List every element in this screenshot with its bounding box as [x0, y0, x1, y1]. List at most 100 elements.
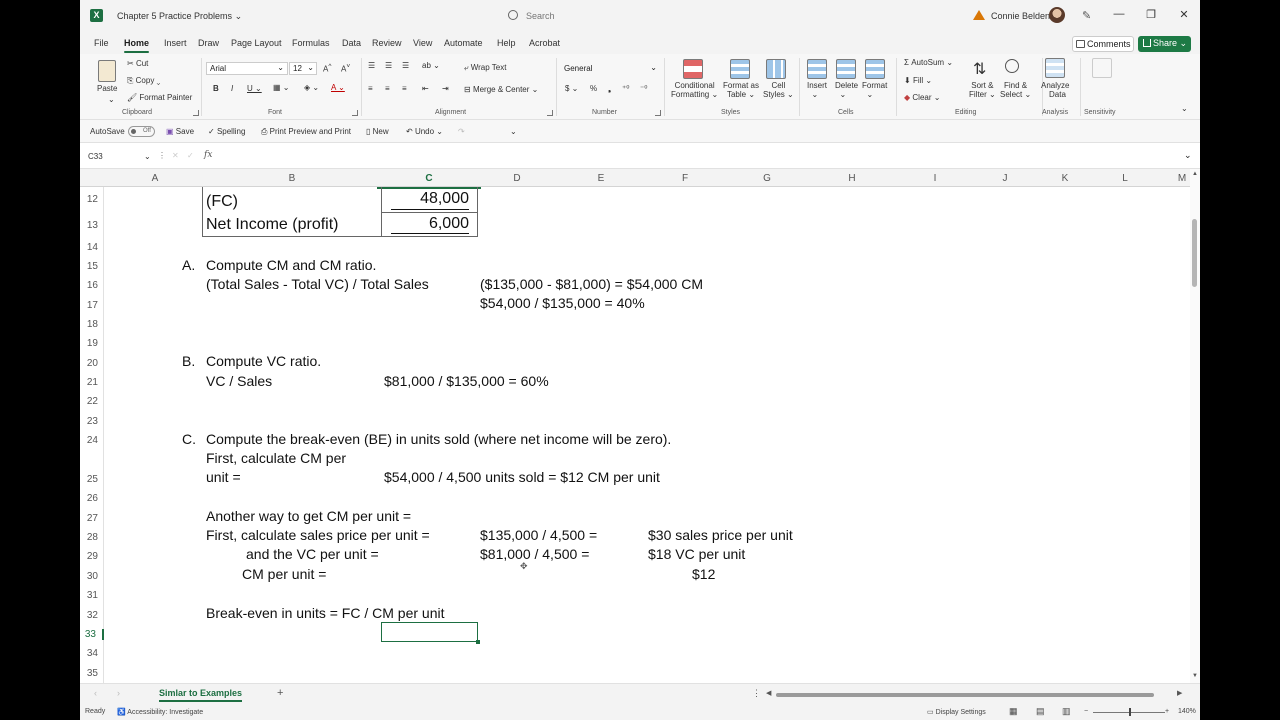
tab-insert[interactable]: Insert	[164, 38, 187, 48]
tab-file[interactable]: File	[94, 38, 109, 48]
sheet-tab-active[interactable]: Simlar to Examples	[159, 688, 243, 702]
number-format-dropdown[interactable]: General ⌄	[560, 62, 658, 75]
find-select-button[interactable]: Find & Select ⌄	[1000, 81, 1031, 99]
column-header[interactable]: L	[1119, 173, 1131, 184]
autosave-toggle[interactable]: Off	[128, 126, 155, 137]
row-header[interactable]: 29	[80, 551, 104, 562]
search-box[interactable]: Search	[508, 8, 766, 25]
cell-b29[interactable]: and the VC per unit =	[246, 546, 379, 562]
row-header[interactable]: 12	[80, 194, 104, 205]
align-right-icon[interactable]: ≡	[402, 84, 407, 93]
cell-b32[interactable]: Break-even in units = FC / CM per unit	[206, 605, 445, 621]
horizontal-scroll-thumb[interactable]	[776, 693, 1154, 697]
cell-f30[interactable]: $12	[692, 566, 715, 582]
align-bottom-icon[interactable]: ☰	[402, 61, 409, 70]
clear-button[interactable]: ◆ Clear ⌄	[904, 93, 940, 102]
increase-indent-icon[interactable]: ⇥	[442, 84, 449, 93]
row-header[interactable]: 26	[80, 493, 104, 504]
spelling-button[interactable]: ✓ Spelling	[208, 127, 245, 136]
conditional-formatting-button[interactable]: Conditional Formatting ⌄	[671, 81, 718, 99]
align-top-icon[interactable]: ☰	[368, 61, 375, 70]
row-header[interactable]: 34	[80, 648, 104, 659]
column-header-selected[interactable]: C	[377, 173, 481, 189]
formula-input[interactable]	[220, 146, 1180, 164]
row-header[interactable]: 16	[80, 280, 104, 291]
delete-cells-icon[interactable]	[836, 59, 856, 79]
conditional-formatting-icon[interactable]	[683, 59, 703, 79]
column-header[interactable]: A	[149, 173, 161, 184]
minimize-icon[interactable]: —	[1110, 8, 1128, 20]
font-color-icon[interactable]: A ⌄	[331, 83, 345, 92]
row-header[interactable]: 20	[80, 358, 104, 369]
customize-qat-icon[interactable]: ⌄	[510, 127, 517, 136]
undo-button[interactable]: ↶ Undo ⌄	[406, 127, 443, 136]
merge-center-button[interactable]: ⊟ Merge & Center ⌄	[464, 85, 538, 94]
cell-b13[interactable]: Net Income (profit)	[206, 216, 338, 234]
cell-f28[interactable]: $30 sales price per unit	[648, 527, 793, 543]
row-header[interactable]: 24	[80, 435, 104, 446]
cell-a15[interactable]: A.	[182, 257, 195, 273]
format-painter-button[interactable]: 🖌 Format Painter	[127, 93, 192, 102]
scroll-down-icon[interactable]: ▼	[1192, 673, 1198, 679]
scroll-right-icon[interactable]: ▶	[1177, 689, 1182, 697]
active-cell-c33[interactable]	[381, 622, 480, 644]
cell-b24[interactable]: Compute the break-even (BE) in units sol…	[206, 431, 671, 447]
number-launcher-icon[interactable]	[655, 110, 661, 116]
cell-f29[interactable]: $18 VC per unit	[648, 546, 745, 562]
spreadsheet-grid[interactable]: A B C D E F G H I J K L M 12 13 14 15 16…	[80, 169, 1192, 683]
wrap-text-button[interactable]: ⤶ Wrap Text	[464, 63, 506, 73]
underline-icon[interactable]: U ⌄	[247, 84, 262, 93]
row-header[interactable]: 17	[80, 300, 104, 311]
row-header[interactable]: 21	[80, 377, 104, 388]
font-size-dropdown[interactable]: 12 ⌄	[289, 62, 317, 75]
paste-icon[interactable]	[98, 60, 116, 82]
format-cells-icon[interactable]	[865, 59, 885, 79]
display-settings-button[interactable]: ▭ Display Settings	[927, 708, 986, 716]
insert-button[interactable]: Insert ⌄	[807, 81, 827, 99]
column-header[interactable]: E	[595, 173, 607, 184]
sort-filter-icon[interactable]: ⇅	[973, 59, 986, 79]
format-button[interactable]: Format ⌄	[862, 81, 887, 99]
align-left-icon[interactable]: ≡	[368, 84, 373, 93]
page-break-view-icon[interactable]: ▥	[1062, 706, 1071, 717]
font-launcher-icon[interactable]	[352, 110, 358, 116]
tab-data[interactable]: Data	[342, 38, 361, 48]
row-header[interactable]: 23	[80, 416, 104, 427]
column-header[interactable]: B	[286, 173, 298, 184]
expand-formula-icon[interactable]: ⌄	[1184, 150, 1192, 161]
name-box[interactable]: C33 ⌄	[88, 152, 151, 161]
analyze-data-button[interactable]: Analyze Data	[1041, 81, 1069, 99]
cell-a20[interactable]: B.	[182, 353, 195, 369]
align-middle-icon[interactable]: ☰	[385, 61, 392, 70]
row-header[interactable]: 22	[80, 396, 104, 407]
analyze-data-icon[interactable]	[1045, 58, 1065, 78]
sort-filter-button[interactable]: Sort & Filter ⌄	[969, 81, 996, 99]
insert-cells-icon[interactable]	[807, 59, 827, 79]
scroll-up-icon[interactable]: ▲	[1192, 171, 1198, 177]
cell-b15[interactable]: Compute CM and CM ratio.	[206, 257, 376, 273]
clipboard-launcher-icon[interactable]	[193, 110, 199, 116]
row-header[interactable]: 15	[80, 261, 104, 272]
cell-c12[interactable]: 48,000	[391, 190, 469, 208]
paste-button[interactable]: Paste	[97, 84, 117, 93]
column-header[interactable]: K	[1059, 173, 1071, 184]
cell-b16[interactable]: (Total Sales - Total VC) / Total Sales	[206, 276, 429, 292]
tab-page-layout[interactable]: Page Layout	[231, 38, 282, 48]
redo-icon[interactable]: ↷	[458, 127, 465, 136]
warning-icon[interactable]	[973, 10, 985, 20]
column-header[interactable]: F	[679, 173, 691, 184]
tab-help[interactable]: Help	[497, 38, 516, 48]
italic-icon[interactable]: I	[231, 84, 233, 93]
tab-automate[interactable]: Automate	[444, 38, 483, 48]
cell-a24[interactable]: C.	[182, 431, 196, 447]
column-header[interactable]: I	[929, 173, 941, 184]
row-header[interactable]: 14	[80, 242, 104, 253]
accessibility-status[interactable]: ♿ Accessibility: Investigate	[117, 708, 203, 716]
column-header[interactable]: J	[999, 173, 1011, 184]
decrease-decimal-icon[interactable]: ⁻⁰	[640, 84, 647, 93]
fill-color-icon[interactable]: ◈ ⌄	[304, 83, 319, 92]
find-select-icon[interactable]	[1005, 59, 1019, 73]
align-center-icon[interactable]: ≡	[385, 84, 390, 93]
tab-view[interactable]: View	[413, 38, 432, 48]
cut-button[interactable]: ✂ Cut	[127, 59, 148, 68]
